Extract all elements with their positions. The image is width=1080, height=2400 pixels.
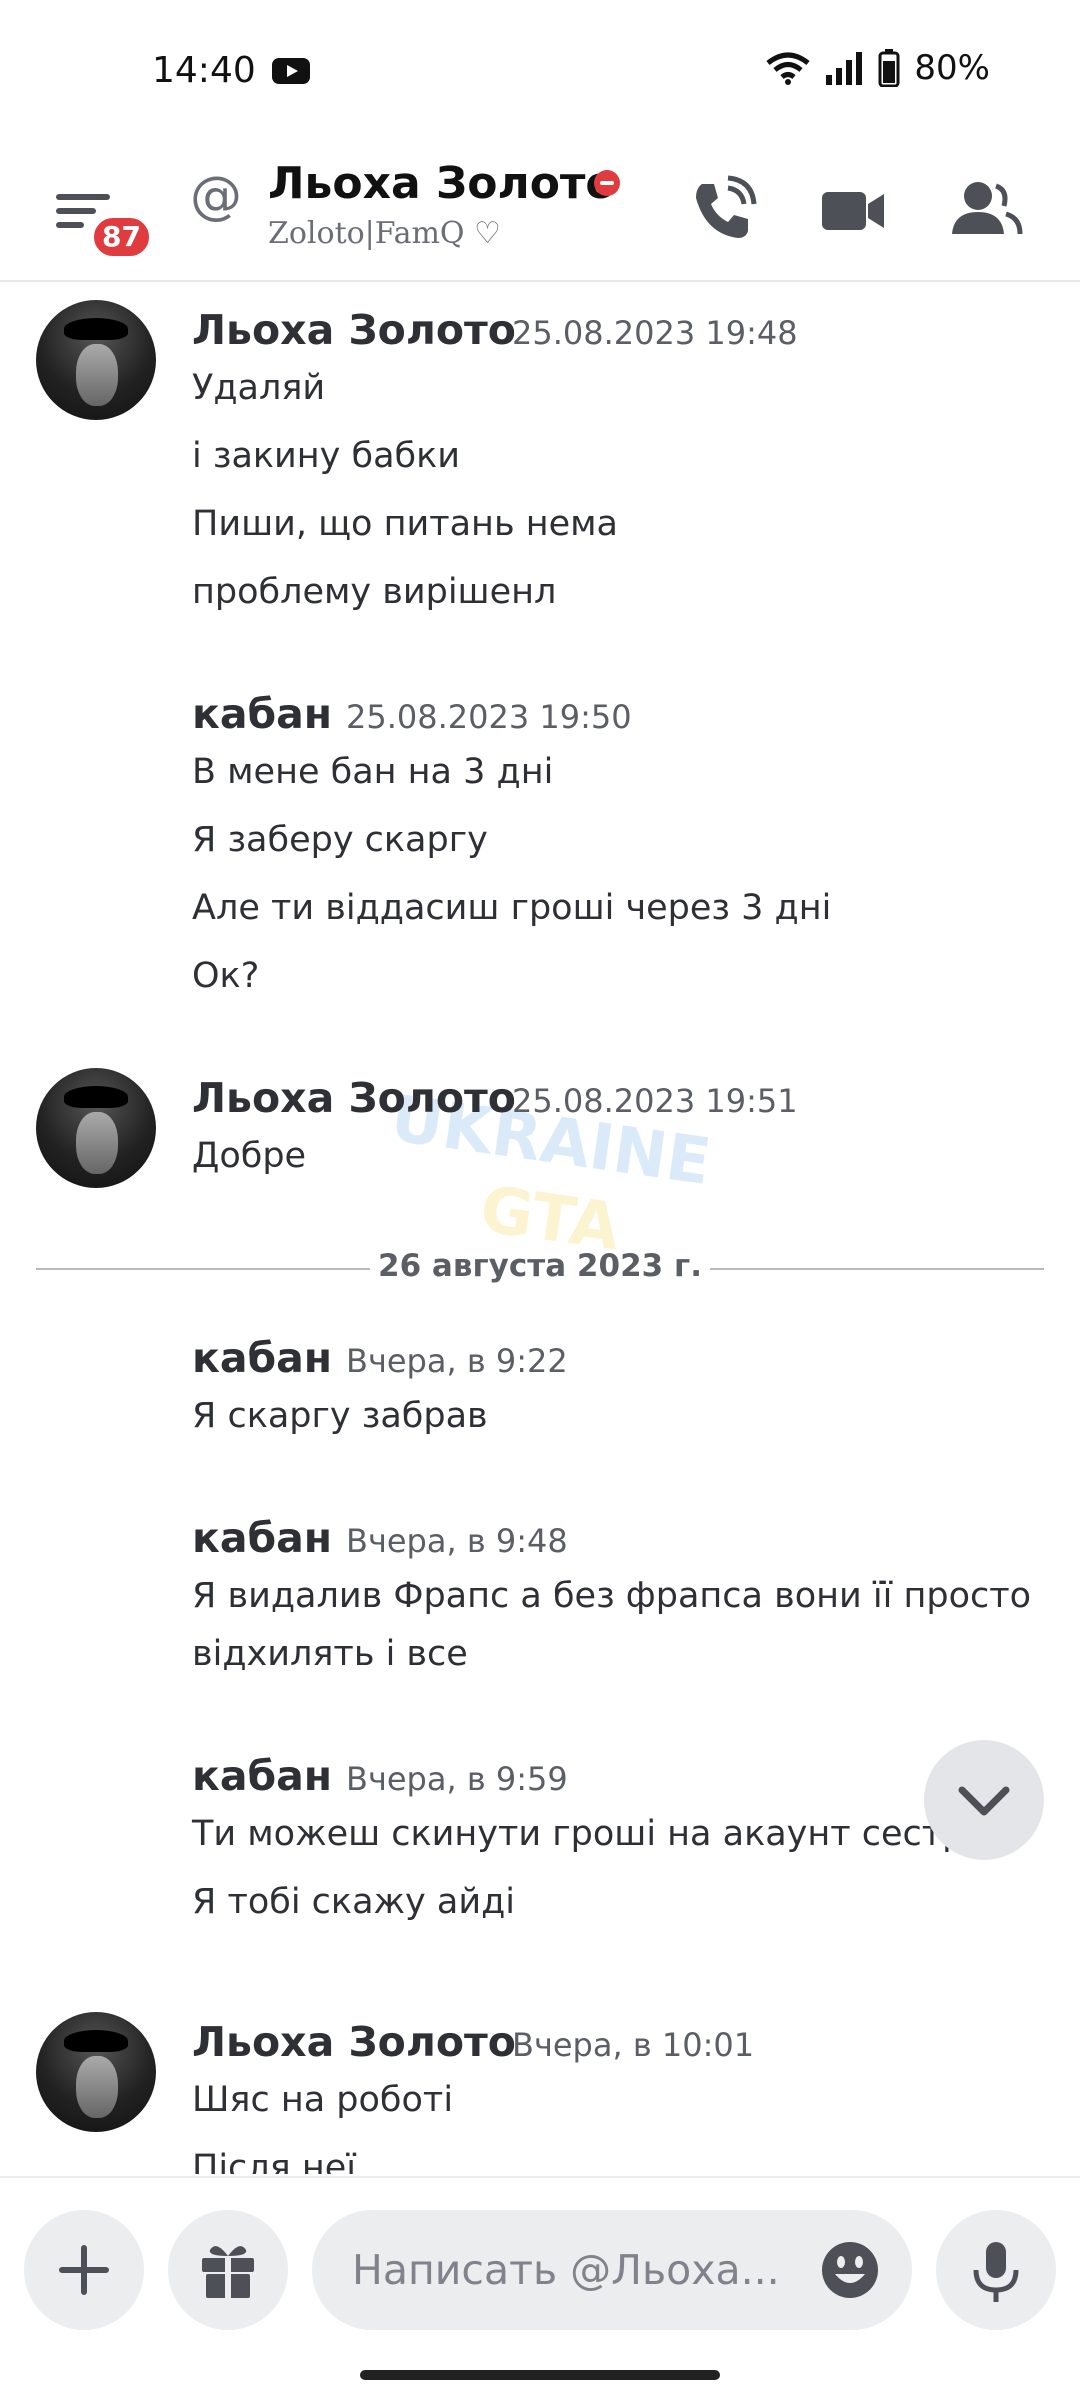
unread-badge: 87: [90, 214, 153, 260]
attach-button[interactable]: [24, 2210, 144, 2330]
gift-icon: [202, 2246, 254, 2298]
message-text[interactable]: Добре: [192, 1136, 306, 1176]
message-input[interactable]: Написать @Льоха...: [312, 2210, 912, 2330]
message-author[interactable]: кабан: [192, 1334, 332, 1382]
message-text[interactable]: Шяс на роботі: [192, 2080, 453, 2120]
message-timestamp: 25.08.2023 19:48: [512, 314, 798, 352]
members-icon[interactable]: [944, 168, 1028, 252]
message-text[interactable]: відхилять і все: [192, 1634, 468, 1674]
message-text[interactable]: Я тобі скажу айді: [192, 1882, 515, 1922]
message-text[interactable]: Але ти віддасиш гроші через 3 дні: [192, 888, 831, 928]
avatar[interactable]: [36, 300, 156, 420]
message-timestamp: Вчера, в 10:01: [512, 2026, 755, 2064]
message-text[interactable]: проблему вирішенл: [192, 572, 556, 612]
message-author[interactable]: Льоха Золото: [192, 306, 516, 354]
message-text[interactable]: Після неї: [192, 2148, 356, 2174]
dm-recipient-name[interactable]: Льоха Золото: [268, 158, 616, 209]
menu-icon: [56, 194, 110, 200]
at-icon: @: [190, 166, 242, 226]
message-input-placeholder: Написать @Льоха...: [352, 2246, 780, 2294]
message-author[interactable]: кабан: [192, 690, 332, 738]
message-author[interactable]: кабан: [192, 1514, 332, 1562]
message-timestamp: Вчера, в 9:22: [346, 1342, 568, 1380]
message-timestamp: 25.08.2023 19:50: [346, 698, 632, 736]
video-call-icon[interactable]: [810, 168, 894, 252]
wifi-icon: [766, 52, 810, 85]
gesture-navigation-bar[interactable]: [360, 2370, 720, 2380]
status-time: 14:40: [152, 50, 256, 91]
date-divider: 26 августа 2023 г.: [36, 1244, 1044, 1294]
message-author[interactable]: Льоха Золото: [192, 2018, 516, 2066]
dm-header: 87 @ Льоха Золото Zoloto|FamQ ♡: [0, 140, 1080, 282]
scroll-to-bottom-button[interactable]: [924, 1740, 1044, 1860]
message-composer: Написать @Льоха...: [0, 2176, 1080, 2330]
status-bar: 14:40 80%: [0, 0, 1080, 140]
voice-call-icon[interactable]: [680, 168, 764, 252]
status-indicators: 80%: [766, 48, 990, 88]
message-timestamp: 25.08.2023 19:51: [512, 1082, 798, 1120]
message-text[interactable]: і закину бабки: [192, 436, 460, 476]
menu-icon-line: [56, 222, 84, 228]
divider-rule-right: [710, 1268, 1044, 1270]
message-text[interactable]: Я скаргу забрав: [192, 1396, 488, 1436]
youtube-notification-icon: [272, 58, 310, 84]
message-author[interactable]: кабан: [192, 1752, 332, 1800]
dm-custom-status: Zoloto|FamQ ♡: [268, 216, 501, 251]
message-text[interactable]: Удаляй: [192, 368, 325, 408]
menu-icon-line: [56, 208, 96, 214]
avatar[interactable]: [36, 1068, 156, 1188]
emoji-icon[interactable]: [820, 2240, 880, 2300]
voice-message-button[interactable]: [936, 2210, 1056, 2330]
message-timestamp: Вчера, в 9:48: [346, 1522, 568, 1560]
gift-button[interactable]: [168, 2210, 288, 2330]
do-not-disturb-icon: [594, 170, 620, 196]
date-divider-label: 26 августа 2023 г.: [378, 1248, 702, 1284]
message-timestamp: Вчера, в 9:59: [346, 1760, 568, 1798]
microphone-icon: [973, 2242, 1019, 2302]
message-text[interactable]: Я видалив Фрапс а без фрапса вони її про…: [192, 1576, 1031, 1616]
message-text[interactable]: Я заберу скаргу: [192, 820, 488, 860]
message-author[interactable]: Льоха Золото: [192, 1074, 516, 1122]
plus-icon: [59, 2245, 109, 2295]
message-list[interactable]: UKRAINE GTA Льоха Золото 25.08.2023 19:4…: [0, 284, 1080, 2174]
battery-icon: [878, 49, 900, 87]
message-text[interactable]: Пиши, що питань нема: [192, 504, 618, 544]
menu-button[interactable]: 87: [50, 170, 153, 260]
battery-percent: 80%: [914, 48, 990, 88]
avatar[interactable]: [36, 2012, 156, 2132]
message-text[interactable]: Ти можеш скинути гроші на акаунт сестрі?: [192, 1814, 993, 1854]
cell-signal-icon: [826, 52, 863, 85]
chevron-down-icon: [958, 1786, 1010, 1816]
message-text[interactable]: Ок?: [192, 956, 259, 996]
message-text[interactable]: В мене бан на 3 дні: [192, 752, 553, 792]
